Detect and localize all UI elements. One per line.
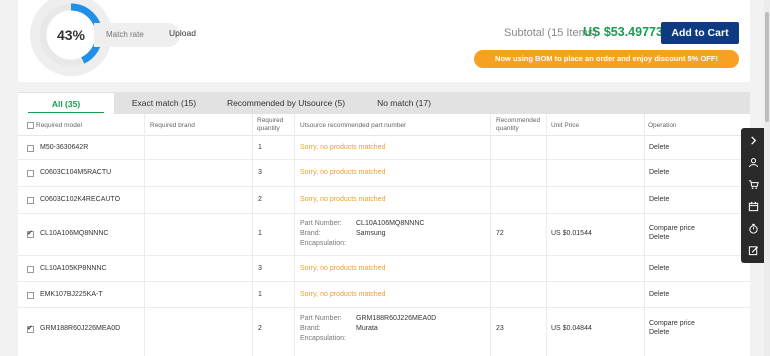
delete-button[interactable]: Delete — [649, 144, 669, 151]
required-model: EMK107BJ225KA-T — [40, 291, 103, 298]
tab-all[interactable]: All (35) — [18, 92, 114, 114]
encapsulation-label: Encapsulation: — [300, 240, 346, 247]
brand-value: Murata — [356, 325, 378, 332]
part-number-label: Part Number: — [300, 315, 342, 322]
timer-icon[interactable] — [741, 217, 766, 239]
required-model: C0603C104M5RACTU — [40, 169, 112, 176]
row-checkbox[interactable] — [27, 170, 34, 177]
col-operation: Operation — [648, 122, 677, 129]
col-required-brand: Required brand — [150, 122, 195, 129]
required-quantity: 2 — [258, 196, 262, 203]
tab-exact-match[interactable]: Exact match (15) — [114, 92, 214, 114]
row-checkbox[interactable] — [27, 145, 34, 152]
table-row: M50-3630642R 1 Sorry, no products matche… — [18, 136, 750, 160]
brand-label: Brand: — [300, 325, 321, 332]
match-rate-label: Match rate — [94, 23, 180, 47]
recommended-quantity: 23 — [496, 325, 504, 332]
table-row: C0603C104M5RACTU 3 Sorry, no products ma… — [18, 160, 750, 187]
select-all-checkbox[interactable] — [27, 122, 34, 129]
table-row: GRM188R60J226MEA0D 2 Part Number: GRM188… — [18, 308, 750, 348]
row-checkbox[interactable] — [27, 229, 34, 238]
table-header: Required model Required brand Required q… — [18, 114, 750, 136]
part-number-value[interactable]: GRM188R60J226MEA0D — [356, 315, 436, 322]
required-model: CL10A105KP8NNNC — [40, 265, 107, 272]
unit-price: US $0.04844 — [551, 325, 592, 332]
row-checkbox[interactable] — [27, 292, 34, 299]
required-quantity: 3 — [258, 265, 262, 272]
order-summary-card: 43% Match rate Upload Subtotal (15 Items… — [18, 0, 750, 82]
tab-no-match[interactable]: No match (17) — [358, 92, 450, 114]
col-required-model: Required model — [36, 122, 82, 129]
delete-button[interactable]: Delete — [649, 169, 669, 176]
recommended-quantity: 72 — [496, 230, 504, 237]
encapsulation-label: Encapsulation: — [300, 335, 346, 342]
filter-tabs: All (35) Exact match (15) Recommended by… — [18, 92, 750, 114]
chevron-right-icon[interactable] — [741, 129, 766, 151]
scrollbar-thumb[interactable] — [765, 12, 769, 122]
required-quantity: 1 — [258, 291, 262, 298]
bom-table-card: All (35) Exact match (15) Recommended by… — [18, 92, 750, 356]
no-match-message: Sorry, no products matched — [300, 291, 386, 298]
table-row: C0603C102K4RECAUTO 2 Sorry, no products … — [18, 187, 750, 214]
col-recommended-part: Utsource recommended part number — [300, 122, 407, 129]
cart-icon[interactable] — [741, 173, 766, 195]
col-unit-price: Unit Price — [551, 122, 580, 129]
edit-icon[interactable] — [741, 239, 766, 261]
required-quantity: 3 — [258, 169, 262, 176]
delete-button[interactable]: Delete — [649, 329, 669, 336]
required-quantity: 2 — [258, 325, 262, 332]
table-row: EMK107BJ225KA-T 1 Sorry, no products mat… — [18, 282, 750, 308]
table-row: CL10A106MQ8NNNC 1 Part Number: CL10A106M… — [18, 214, 750, 256]
no-match-message: Sorry, no products matched — [300, 196, 386, 203]
required-model: C0603C102K4RECAUTO — [40, 196, 121, 203]
required-model: CL10A106MQ8NNNC — [40, 230, 109, 237]
delete-button[interactable]: Delete — [649, 291, 669, 298]
delete-button[interactable]: Delete — [649, 234, 669, 241]
unit-price: US $0.01544 — [551, 230, 592, 237]
required-model: M50-3630642R — [40, 144, 89, 151]
tab-recommended[interactable]: Recommended by Utsource (5) — [214, 92, 358, 114]
brand-label: Brand: — [300, 230, 321, 237]
row-checkbox[interactable] — [27, 324, 34, 333]
brand-value: Samsung — [356, 230, 386, 237]
compare-price-link[interactable]: Compare price — [649, 320, 695, 327]
calendar-icon[interactable] — [741, 195, 766, 217]
required-quantity: 1 — [258, 144, 262, 151]
delete-button[interactable]: Delete — [649, 265, 669, 272]
col-required-quantity: Required quantity — [257, 117, 284, 132]
col-recommended-quantity: Recommended quantity — [496, 117, 541, 132]
subtotal-amount: US $53.49773 — [583, 25, 663, 39]
no-match-message: Sorry, no products matched — [300, 144, 386, 151]
upload-link[interactable]: Upload — [169, 28, 196, 38]
user-icon[interactable] — [741, 151, 766, 173]
compare-price-link[interactable]: Compare price — [649, 225, 695, 232]
part-number-value[interactable]: CL10A106MQ8NNNC — [356, 220, 424, 227]
row-checkbox[interactable] — [27, 197, 34, 204]
row-checkbox[interactable] — [27, 266, 34, 273]
promo-banner: Now using BOM to place an order and enjo… — [474, 50, 739, 68]
delete-button[interactable]: Delete — [649, 196, 669, 203]
table-row: CL10A105KP8NNNC 3 Sorry, no products mat… — [18, 256, 750, 282]
part-number-label: Part Number: — [300, 220, 342, 227]
no-match-message: Sorry, no products matched — [300, 169, 386, 176]
required-quantity: 1 — [258, 230, 262, 237]
no-match-message: Sorry, no products matched — [300, 265, 386, 272]
floating-sidebar — [741, 128, 766, 263]
required-model: GRM188R60J226MEA0D — [40, 325, 121, 332]
add-to-cart-button[interactable]: Add to Cart — [661, 22, 739, 44]
